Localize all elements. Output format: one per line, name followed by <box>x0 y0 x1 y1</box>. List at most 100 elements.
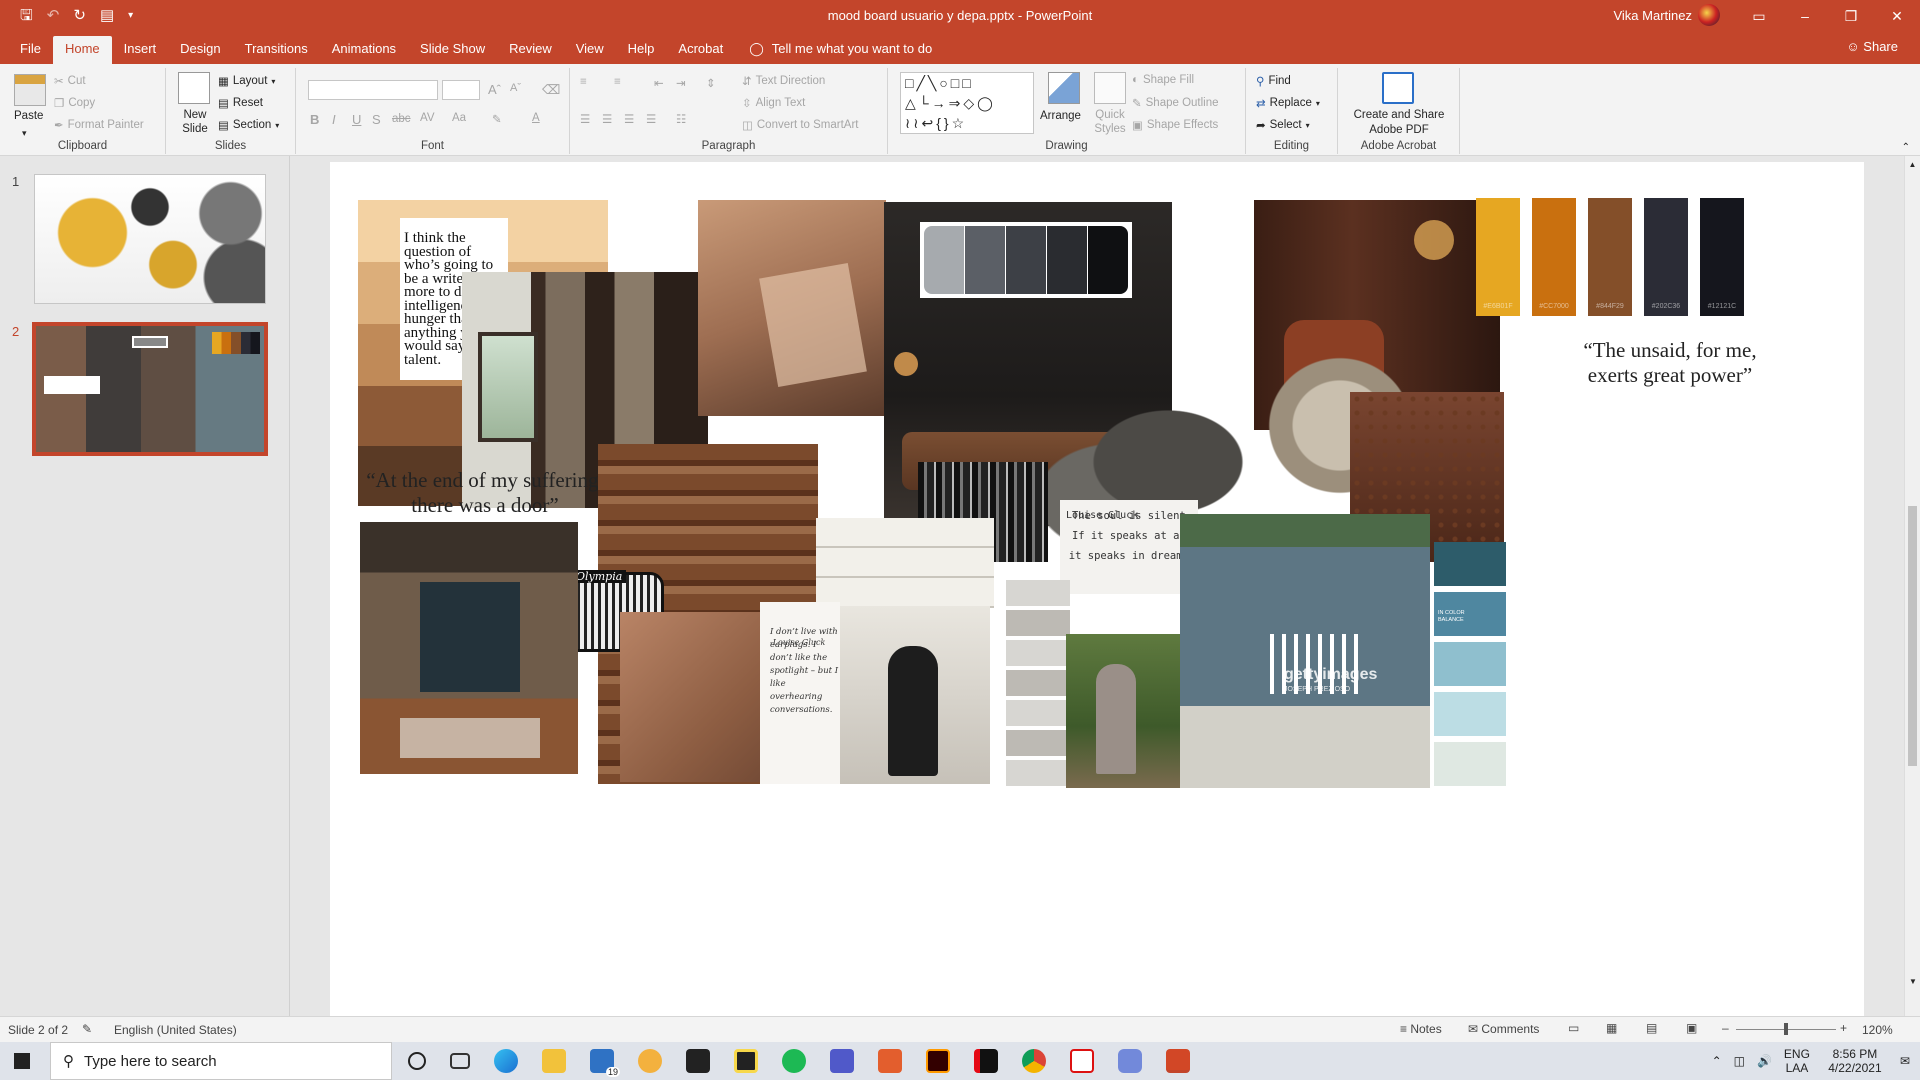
increase-indent-icon[interactable]: ⇥ <box>676 76 686 90</box>
shrink-font-icon[interactable]: Aˇ <box>510 82 521 94</box>
copy-button[interactable]: ❐ Copy <box>54 96 95 110</box>
slideshow-view-icon[interactable]: ▣ <box>1686 1021 1697 1035</box>
input-language[interactable]: ENG LAA <box>1784 1047 1810 1075</box>
ribbon-display-options-icon[interactable]: ▭ <box>1736 0 1782 32</box>
tab-home[interactable]: Home <box>52 36 112 64</box>
scroll-up-icon[interactable]: ▲ <box>1905 160 1920 169</box>
reading-view-icon[interactable]: ▤ <box>1646 1021 1657 1035</box>
save-icon[interactable]: 🖫 <box>20 8 33 24</box>
edge-browser-icon[interactable] <box>494 1049 518 1073</box>
game-icon[interactable] <box>686 1049 710 1073</box>
align-text-button[interactable]: ⇳ Align Text <box>742 96 805 110</box>
comments-button[interactable]: ✉ Comments <box>1468 1022 1539 1036</box>
avatar[interactable] <box>1698 4 1720 26</box>
select-button[interactable]: ➦ Select ▾ <box>1256 118 1310 132</box>
teams-icon[interactable] <box>830 1049 854 1073</box>
paste-icon[interactable] <box>14 74 46 106</box>
arrange-button[interactable]: Arrange <box>1040 110 1081 122</box>
paste-button[interactable]: Paste <box>14 110 43 122</box>
quick-styles-button[interactable]: Quick Styles <box>1090 108 1130 136</box>
collapse-ribbon-icon[interactable]: ⌃ <box>1902 142 1910 153</box>
reset-button[interactable]: ▤ Reset <box>218 96 263 110</box>
redo-icon[interactable]: ↻ <box>73 8 86 24</box>
vertical-scrollbar[interactable]: ▲ ▼ <box>1904 156 1920 1016</box>
tab-view[interactable]: View <box>564 36 616 64</box>
tab-file[interactable]: File <box>0 36 53 64</box>
underline-button[interactable]: U <box>352 112 361 127</box>
slide-sorter-icon[interactable]: ▦ <box>1606 1021 1617 1035</box>
numbering-icon[interactable]: ≡ <box>614 76 621 88</box>
netflix-icon[interactable] <box>974 1049 998 1073</box>
tab-help[interactable]: Help <box>616 36 667 64</box>
zoom-level[interactable]: 120% <box>1862 1023 1893 1037</box>
change-case-button[interactable]: Aa <box>452 112 466 124</box>
tab-design[interactable]: Design <box>168 36 232 64</box>
align-center-icon[interactable]: ☰ <box>602 112 612 126</box>
align-left-icon[interactable]: ☰ <box>580 112 590 126</box>
decrease-indent-icon[interactable]: ⇤ <box>654 76 664 90</box>
scroll-thumb[interactable] <box>1908 506 1917 766</box>
slide-thumbnail-1[interactable] <box>34 174 266 304</box>
share-button[interactable]: ☺ Share <box>1846 39 1898 54</box>
notifications-icon[interactable]: ✉ <box>1900 1054 1910 1068</box>
new-slide-icon[interactable] <box>178 72 210 104</box>
language-indicator[interactable]: English (United States) <box>114 1023 237 1037</box>
chrome-icon[interactable] <box>1022 1049 1046 1073</box>
character-spacing-button[interactable]: AV <box>420 112 435 124</box>
bold-button[interactable]: B <box>310 112 319 127</box>
bullets-icon[interactable]: ≡ <box>580 76 587 88</box>
format-painter-button[interactable]: ✒ Format Painter <box>54 118 144 132</box>
strikethrough-button[interactable]: abc <box>392 113 411 125</box>
tab-transitions[interactable]: Transitions <box>233 36 320 64</box>
shape-outline-button[interactable]: ✎ Shape Outline <box>1132 96 1219 110</box>
task-view-icon[interactable] <box>450 1053 470 1069</box>
acrobat-icon[interactable] <box>1070 1049 1094 1073</box>
user-name[interactable]: Vika Martinez <box>1613 8 1692 23</box>
find-button[interactable]: ⚲ Find <box>1256 74 1291 88</box>
spellcheck-icon[interactable]: ✎ <box>82 1022 92 1036</box>
zoom-in-icon[interactable]: + <box>1840 1021 1847 1035</box>
justify-icon[interactable]: ☰ <box>646 112 656 126</box>
zoom-slider-thumb[interactable] <box>1784 1023 1788 1035</box>
grow-font-icon[interactable]: Aˆ <box>488 82 501 97</box>
line-spacing-icon[interactable]: ⇕ <box>706 76 716 90</box>
shape-fill-button[interactable]: ◐ Shape Fill <box>1132 74 1194 86</box>
shape-effects-button[interactable]: ▣ Shape Effects <box>1132 118 1218 132</box>
minimize-button[interactable]: – <box>1782 0 1828 32</box>
tab-insert[interactable]: Insert <box>112 36 169 64</box>
tell-me-box[interactable]: ◯ Tell me what you want to do <box>735 36 932 64</box>
normal-view-icon[interactable]: ▭ <box>1568 1021 1579 1035</box>
clock[interactable]: 8:56 PM 4/22/2021 <box>1822 1047 1888 1075</box>
browser-extra-icon[interactable] <box>638 1049 662 1073</box>
font-color-button[interactable]: A <box>532 112 540 124</box>
font-size-combo[interactable] <box>442 80 480 100</box>
illustrator-icon[interactable] <box>926 1049 950 1073</box>
scroll-down-icon[interactable]: ▼ <box>1905 977 1920 986</box>
spotify-icon[interactable] <box>782 1049 806 1073</box>
replace-button[interactable]: ⇄ Replace ▾ <box>1256 96 1320 110</box>
italic-button[interactable]: I <box>332 112 336 127</box>
zoom-out-icon[interactable]: – <box>1722 1021 1729 1035</box>
align-right-icon[interactable]: ☰ <box>624 112 634 126</box>
text-direction-button[interactable]: ⇵ Text Direction <box>742 74 825 88</box>
new-slide-button[interactable]: New Slide <box>178 108 212 136</box>
slide-thumbnail-2[interactable] <box>32 322 268 456</box>
discord-icon[interactable] <box>1118 1049 1142 1073</box>
volume-icon[interactable]: 🔊 <box>1757 1054 1772 1068</box>
text-shadow-button[interactable]: S <box>372 112 381 127</box>
mail-icon[interactable]: 19 <box>590 1049 620 1077</box>
tab-review[interactable]: Review <box>497 36 564 64</box>
windows-start-icon[interactable] <box>14 1053 30 1069</box>
cortana-icon[interactable] <box>408 1052 426 1070</box>
tab-slide-show[interactable]: Slide Show <box>408 36 497 64</box>
app-orange-icon[interactable] <box>878 1049 902 1073</box>
create-share-pdf-button[interactable]: Create and Share Adobe PDF <box>1342 108 1456 138</box>
layout-button[interactable]: ▦ Layout ▾ <box>218 74 275 88</box>
powerpoint-icon[interactable] <box>1166 1049 1190 1073</box>
slide-canvas[interactable]: I think the question of who’s going to b… <box>330 162 1864 1017</box>
cut-button[interactable]: ✂ Cut <box>54 74 86 88</box>
quick-styles-icon[interactable] <box>1094 72 1126 104</box>
present-from-start-icon[interactable]: ▤ <box>100 8 114 24</box>
undo-icon[interactable]: ↶ <box>47 8 60 24</box>
maximize-button[interactable]: ❐ <box>1828 0 1874 32</box>
